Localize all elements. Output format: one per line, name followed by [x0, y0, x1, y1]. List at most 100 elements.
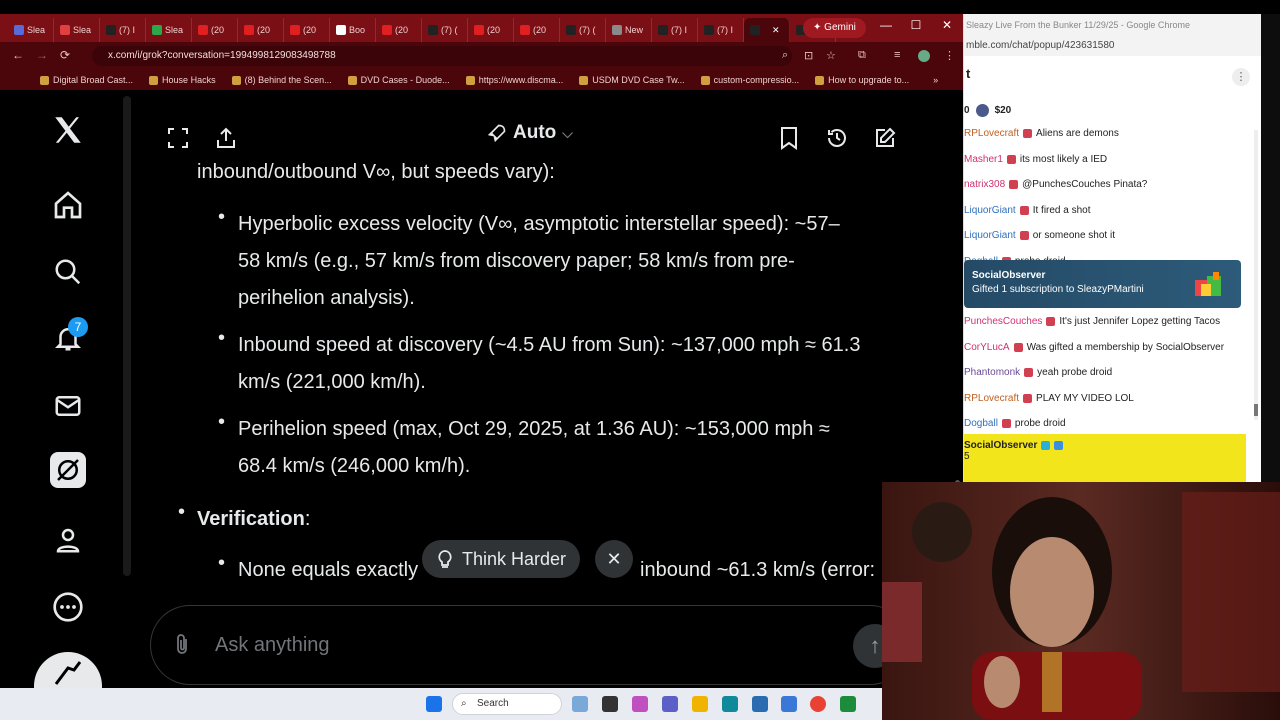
- bookmark-item[interactable]: https://www.discma...: [465, 75, 563, 85]
- chat-window-title: Sleazy Live From the Bunker 11/29/25 - G…: [964, 14, 1261, 36]
- maximize-icon[interactable]: ☐: [906, 18, 926, 32]
- edge-icon[interactable]: [722, 696, 738, 712]
- media-icon[interactable]: ≡: [894, 49, 900, 61]
- browser-tab[interactable]: (20: [376, 18, 422, 42]
- bookmark-star-icon[interactable]: ☆: [826, 49, 836, 62]
- browser-tab[interactable]: (7) I: [698, 18, 744, 42]
- chat-username[interactable]: natrix308: [964, 179, 1005, 190]
- think-harder-button[interactable]: Think Harder: [422, 540, 581, 578]
- browser-tab[interactable]: (20: [192, 18, 238, 42]
- tab-close-icon[interactable]: ✕: [772, 25, 780, 36]
- zoom-icon[interactable]: ⌕: [782, 49, 788, 62]
- left-navigation: 7: [0, 90, 132, 688]
- bookmark-item[interactable]: DVD Cases - Duode...: [347, 75, 450, 85]
- browser-tab[interactable]: (20: [514, 18, 560, 42]
- search-icon: ⌕: [461, 698, 467, 709]
- taskbar-app-icon[interactable]: [572, 696, 588, 712]
- bookmark-item[interactable]: Digital Broad Cast...: [40, 75, 133, 85]
- home-icon[interactable]: [48, 185, 88, 225]
- store-icon[interactable]: [752, 696, 768, 712]
- chat-username[interactable]: LiquorGiant: [964, 205, 1016, 216]
- windows-start-icon[interactable]: [426, 696, 442, 712]
- taskbar-app-green-icon[interactable]: [840, 696, 856, 712]
- browser-tab[interactable]: (7) (: [422, 18, 468, 42]
- tab-label: Slea: [73, 25, 92, 35]
- bookmarks-bar: Digital Broad Cast... House Hacks (8) Behi…: [0, 70, 963, 90]
- url-field[interactable]: x.com/i/grok?conversation=19949981290834…: [92, 46, 792, 66]
- minimize-icon[interactable]: —: [876, 18, 896, 32]
- chat-username[interactable]: RPLovecraft: [964, 393, 1019, 404]
- gemini-button[interactable]: ✦ Gemini: [803, 18, 866, 38]
- search-icon[interactable]: [48, 252, 88, 292]
- copilot-icon[interactable]: [632, 696, 648, 712]
- grok-icon[interactable]: [48, 450, 88, 490]
- browser-tab[interactable]: (20: [284, 18, 330, 42]
- chrome-icon[interactable]: [810, 696, 826, 712]
- bookmark-item[interactable]: House Hacks: [149, 75, 216, 85]
- ask-input[interactable]: [215, 626, 775, 664]
- bookmark-item[interactable]: custom-compressio...: [700, 75, 799, 85]
- forward-icon[interactable]: →: [36, 48, 48, 62]
- profile-icon[interactable]: [48, 520, 88, 560]
- post-button[interactable]: [34, 652, 102, 688]
- chat-username[interactable]: LiquorGiant: [964, 230, 1016, 241]
- extensions-icon[interactable]: ⧉: [858, 49, 866, 62]
- close-icon[interactable]: ✕: [595, 540, 633, 578]
- bookmark-item[interactable]: USDM DVD Case Tw...: [579, 75, 685, 85]
- chat-username[interactable]: Masher1: [964, 154, 1003, 165]
- browser-tab[interactable]: Slea: [54, 18, 100, 42]
- share-icon[interactable]: [212, 124, 240, 152]
- chat-text: probe droid: [1014, 418, 1066, 429]
- chat-username[interactable]: Dogball: [964, 418, 998, 429]
- new-chat-icon[interactable]: [871, 124, 899, 152]
- back-icon[interactable]: ←: [12, 48, 24, 62]
- bookmark-item[interactable]: How to upgrade to...: [815, 75, 909, 85]
- close-window-icon[interactable]: ✕: [937, 18, 957, 32]
- model-mode-selector[interactable]: Auto ⌵: [487, 122, 573, 144]
- chat-balance: 0 $20: [964, 104, 1011, 117]
- browser-tab[interactable]: (7) (: [560, 18, 606, 42]
- bookmark-icon[interactable]: [775, 124, 803, 152]
- bookmark-item[interactable]: (8) Behind the Scen...: [231, 75, 332, 85]
- profile-avatar[interactable]: [918, 50, 930, 62]
- x-logo-icon[interactable]: [48, 110, 88, 150]
- reload-icon[interactable]: ⟳: [60, 48, 70, 62]
- chat-message: PunchesCouches It's just Jennifer Lopez g…: [964, 316, 1220, 327]
- menu-kebab-icon[interactable]: ⋮: [944, 49, 955, 62]
- browser-tab[interactable]: Boo: [330, 18, 376, 42]
- file-explorer-icon[interactable]: [692, 696, 708, 712]
- tab-label: New: [625, 25, 644, 35]
- chat-username[interactable]: PunchesCouches: [964, 316, 1042, 327]
- bookmark-icon: [347, 75, 357, 85]
- browser-tab[interactable]: Slea: [8, 18, 54, 42]
- browser-tab[interactable]: Slea: [146, 18, 192, 42]
- chat-menu-icon[interactable]: ⋮: [1232, 68, 1250, 86]
- chat-scrollbar-thumb[interactable]: [1254, 404, 1258, 416]
- browser-tab[interactable]: (7) I: [652, 18, 698, 42]
- install-app-icon[interactable]: ⊡: [804, 49, 813, 62]
- more-icon[interactable]: [48, 587, 88, 627]
- chat-username[interactable]: Phantomonk: [964, 367, 1020, 378]
- chat-username[interactable]: CorYLucA: [964, 342, 1010, 353]
- browser-tab[interactable]: (7) I: [100, 18, 146, 42]
- messages-icon[interactable]: [48, 386, 88, 426]
- bullet-dot: •: [218, 206, 226, 228]
- chat-scrollbar[interactable]: [1254, 130, 1258, 420]
- task-view-icon[interactable]: [602, 696, 618, 712]
- browser-tab[interactable]: New: [606, 18, 652, 42]
- bookmark-label: Digital Broad Cast...: [53, 75, 134, 85]
- expand-icon[interactable]: [164, 124, 192, 152]
- user-badge-icon: [1013, 342, 1023, 352]
- more-bookmarks-icon[interactable]: »: [933, 75, 938, 85]
- chat-username[interactable]: RPLovecraft: [964, 128, 1019, 139]
- history-icon[interactable]: [823, 124, 851, 152]
- browser-tab[interactable]: (20: [238, 18, 284, 42]
- taskbar-search[interactable]: ⌕ Search: [452, 693, 562, 715]
- nav-scrollbar[interactable]: [123, 96, 131, 576]
- browser-tab[interactable]: ✕: [744, 18, 790, 42]
- mail-icon[interactable]: [781, 696, 797, 712]
- chat-text: Was gifted a membership by SocialObserve…: [1026, 341, 1225, 353]
- teams-icon[interactable]: [662, 696, 678, 712]
- paperclip-icon[interactable]: [173, 632, 191, 662]
- browser-tab[interactable]: (20: [468, 18, 514, 42]
